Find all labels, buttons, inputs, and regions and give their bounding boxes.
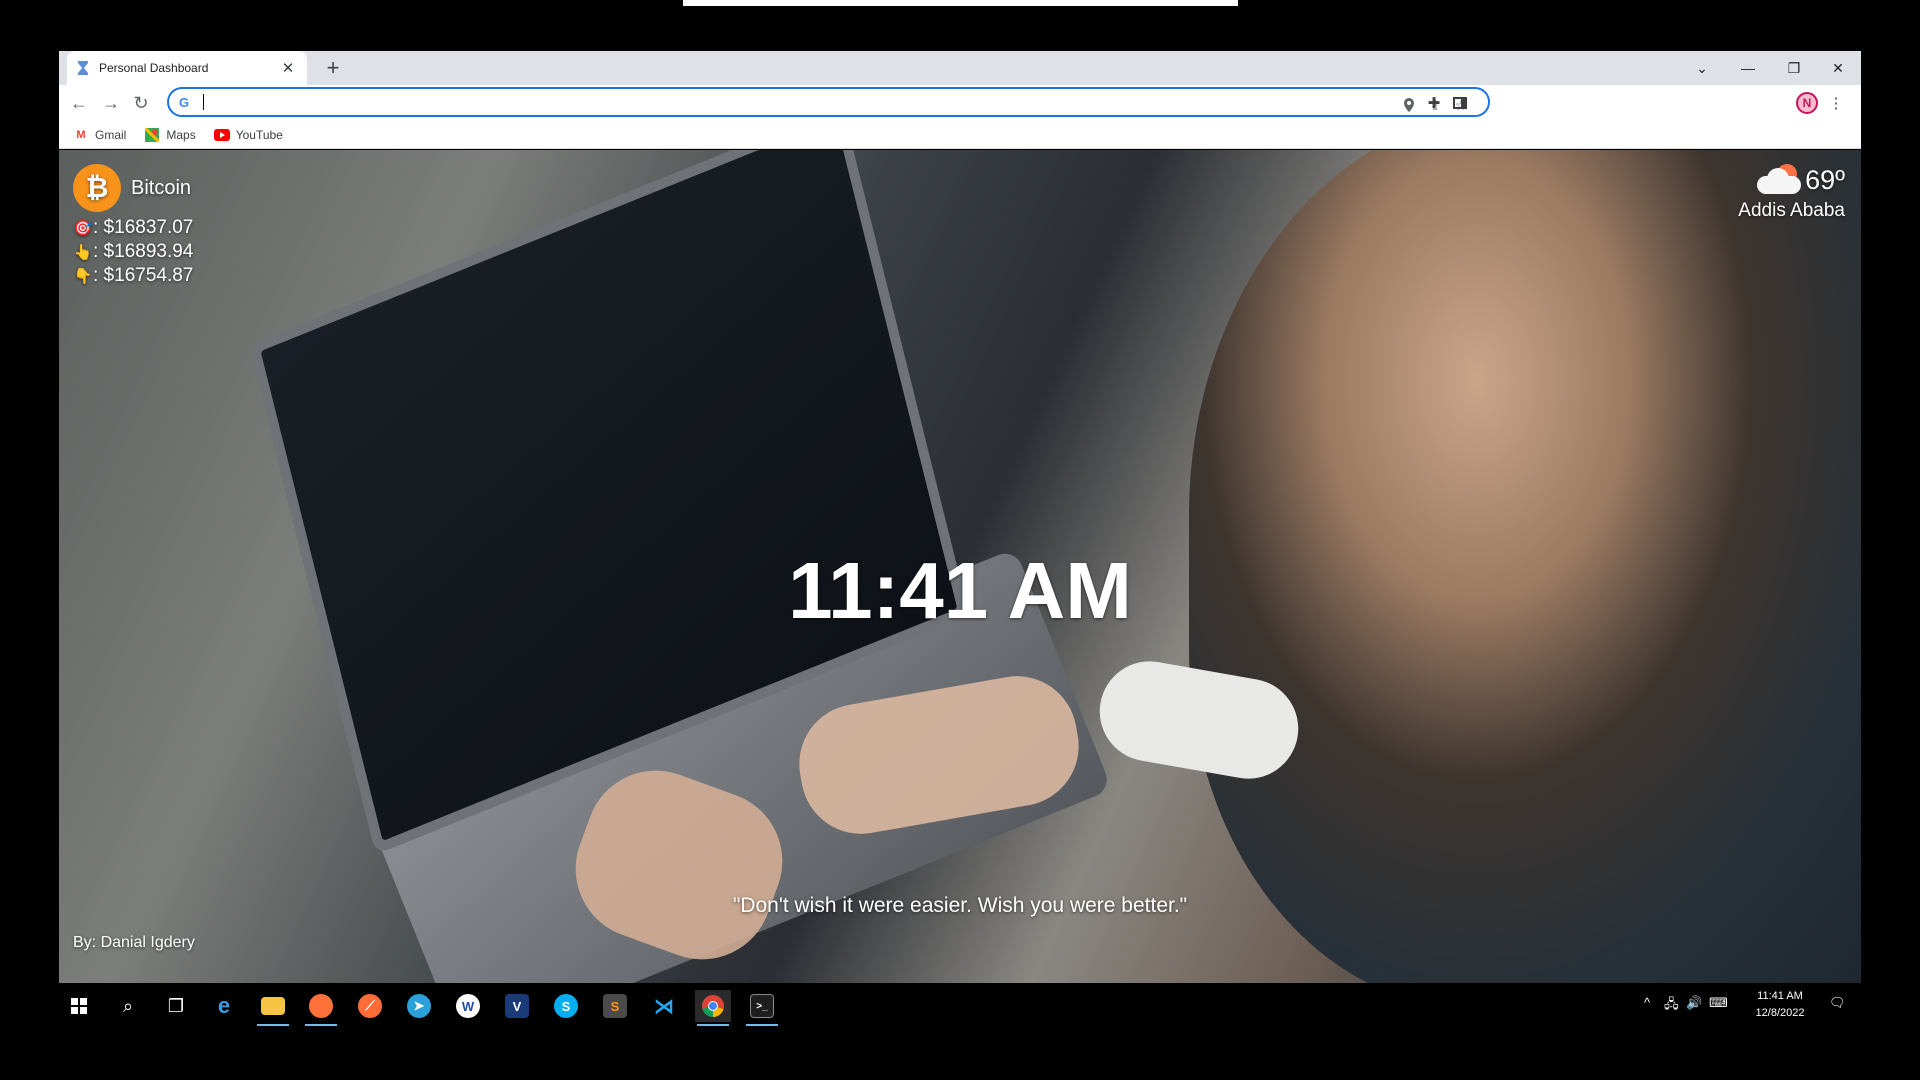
quote-text: "Don't wish it were easier. Wish you wer… bbox=[732, 894, 1188, 917]
firefox-icon[interactable] bbox=[303, 990, 339, 1026]
gmail-icon: M bbox=[76, 128, 86, 141]
skype-icon[interactable]: S bbox=[548, 990, 584, 1022]
tray-clock[interactable]: 11:41 AM 12/8/2022 bbox=[1750, 988, 1810, 1022]
extensions-puzzle-icon[interactable]: ✚ bbox=[1422, 91, 1446, 115]
crypto-widget: ₿ Bitcoin 🎯 : $16837.07 👆 : $16893.94 👇 … bbox=[73, 164, 193, 288]
sublime-text-icon[interactable]: S bbox=[597, 990, 633, 1022]
tab-personal-dashboard[interactable]: Personal Dashboard ✕ bbox=[67, 51, 307, 85]
edge-icon[interactable]: e bbox=[206, 990, 242, 1022]
windows-start-icon[interactable] bbox=[61, 990, 97, 1022]
telegram-icon[interactable]: ➤ bbox=[401, 990, 437, 1022]
partly-cloudy-icon bbox=[1757, 164, 1803, 196]
notifications-icon[interactable]: 🗨 bbox=[1829, 995, 1846, 1011]
volume-icon[interactable]: 🔊 bbox=[1686, 995, 1702, 1011]
text-cursor bbox=[203, 94, 204, 110]
close-window-button[interactable]: ✕ bbox=[1815, 51, 1861, 85]
google-icon: G bbox=[179, 94, 190, 110]
bookmark-maps[interactable]: Maps bbox=[144, 127, 196, 143]
tab-close-icon[interactable]: ✕ bbox=[279, 59, 297, 77]
side-panel-icon[interactable] bbox=[1448, 91, 1472, 115]
tab-search-icon[interactable]: ⌄ bbox=[1679, 51, 1725, 85]
pointing-up-icon: 👆 bbox=[73, 244, 93, 261]
address-input[interactable] bbox=[206, 93, 1488, 111]
task-view-icon[interactable]: ❐ bbox=[158, 990, 194, 1022]
chrome-icon[interactable] bbox=[695, 990, 731, 1026]
browser-toolbar: ← → ↻ G ⇪ ☆ ✚ N ⋮ bbox=[59, 85, 1861, 121]
back-arrow-icon[interactable]: ← bbox=[65, 89, 93, 117]
bookmark-label: Gmail bbox=[95, 127, 127, 142]
forward-arrow-icon[interactable]: → bbox=[97, 89, 125, 117]
location-pin-icon[interactable] bbox=[1399, 95, 1419, 115]
current-price-value: : $16837.07 bbox=[93, 217, 194, 238]
postman-icon[interactable]: ⟋ bbox=[352, 990, 388, 1022]
terminal-icon[interactable]: >_ bbox=[744, 990, 780, 1026]
search-icon[interactable]: ⌕ bbox=[110, 990, 146, 1022]
tray-chevron-icon[interactable]: ^ bbox=[1644, 995, 1650, 1010]
file-explorer-icon[interactable] bbox=[255, 990, 291, 1026]
tab-strip: Personal Dashboard ✕ + ⌄ — ❐ ✕ bbox=[59, 51, 1861, 85]
bookmarks-bar: M Gmail Maps YouTube bbox=[59, 121, 1861, 149]
crypto-high-price: 👆 : $16893.94 bbox=[73, 240, 194, 264]
tray-time: 11:41 AM bbox=[1757, 990, 1803, 1002]
new-tab-button[interactable]: + bbox=[321, 55, 345, 80]
network-icon[interactable]: 🖧 bbox=[1664, 995, 1679, 1017]
tab-title: Personal Dashboard bbox=[99, 61, 209, 75]
target-icon: 🎯 bbox=[73, 220, 93, 237]
bookmark-youtube[interactable]: YouTube bbox=[213, 127, 283, 143]
crypto-current-price: 🎯 : $16837.07 bbox=[73, 216, 194, 240]
profile-avatar[interactable]: N bbox=[1796, 92, 1818, 114]
reload-icon[interactable]: ↻ bbox=[127, 89, 155, 117]
high-price-value: : $16893.94 bbox=[93, 241, 194, 262]
menu-kebab-icon[interactable]: ⋮ bbox=[1824, 91, 1848, 115]
dashboard-page: ₿ Bitcoin 🎯 : $16837.07 👆 : $16893.94 👇 … bbox=[59, 150, 1861, 983]
crypto-low-price: 👇 : $16754.87 bbox=[73, 264, 194, 288]
youtube-icon bbox=[213, 127, 230, 143]
bookmark-gmail[interactable]: M Gmail bbox=[73, 127, 126, 143]
hourglass-icon bbox=[77, 60, 89, 76]
bitcoin-icon: ₿ bbox=[73, 164, 121, 212]
photo-author: By: Danial Igdery bbox=[73, 934, 195, 951]
vscode-icon[interactable]: ⋊ bbox=[646, 990, 682, 1022]
weather-city: Addis Ababa bbox=[1738, 200, 1845, 221]
crypto-name: Bitcoin bbox=[131, 176, 192, 199]
maps-icon bbox=[144, 127, 160, 143]
screen: Personal Dashboard ✕ + ⌄ — ❐ ✕ ← → ↻ G ⇪… bbox=[59, 51, 1861, 1029]
vyprvpn-icon[interactable]: V bbox=[499, 990, 535, 1022]
weather-widget: 69º Addis Ababa bbox=[1738, 164, 1845, 222]
low-price-value: : $16754.87 bbox=[93, 265, 194, 286]
bookmark-label: Maps bbox=[166, 127, 196, 142]
restore-button[interactable]: ❐ bbox=[1771, 51, 1817, 85]
pointing-down-icon: 👇 bbox=[73, 268, 93, 285]
top-white-bar bbox=[683, 0, 1238, 6]
minimize-button[interactable]: — bbox=[1725, 51, 1771, 85]
temperature: 69º bbox=[1805, 164, 1845, 195]
windows-taskbar: ⌕ ❐ e ⟋ ➤ W V S S ⋊ >_ ^ 🖧 🔊 ⌨ 11:41 AM … bbox=[59, 983, 1861, 1029]
keyboard-icon[interactable]: ⌨ bbox=[1709, 995, 1728, 1011]
main-clock: 11:41 AM bbox=[788, 546, 1132, 635]
address-bar[interactable]: G ⇪ ☆ bbox=[167, 87, 1490, 117]
tray-date: 12/8/2022 bbox=[1755, 1007, 1805, 1019]
app-w-icon[interactable]: W bbox=[450, 990, 486, 1022]
bookmark-label: YouTube bbox=[235, 127, 283, 142]
